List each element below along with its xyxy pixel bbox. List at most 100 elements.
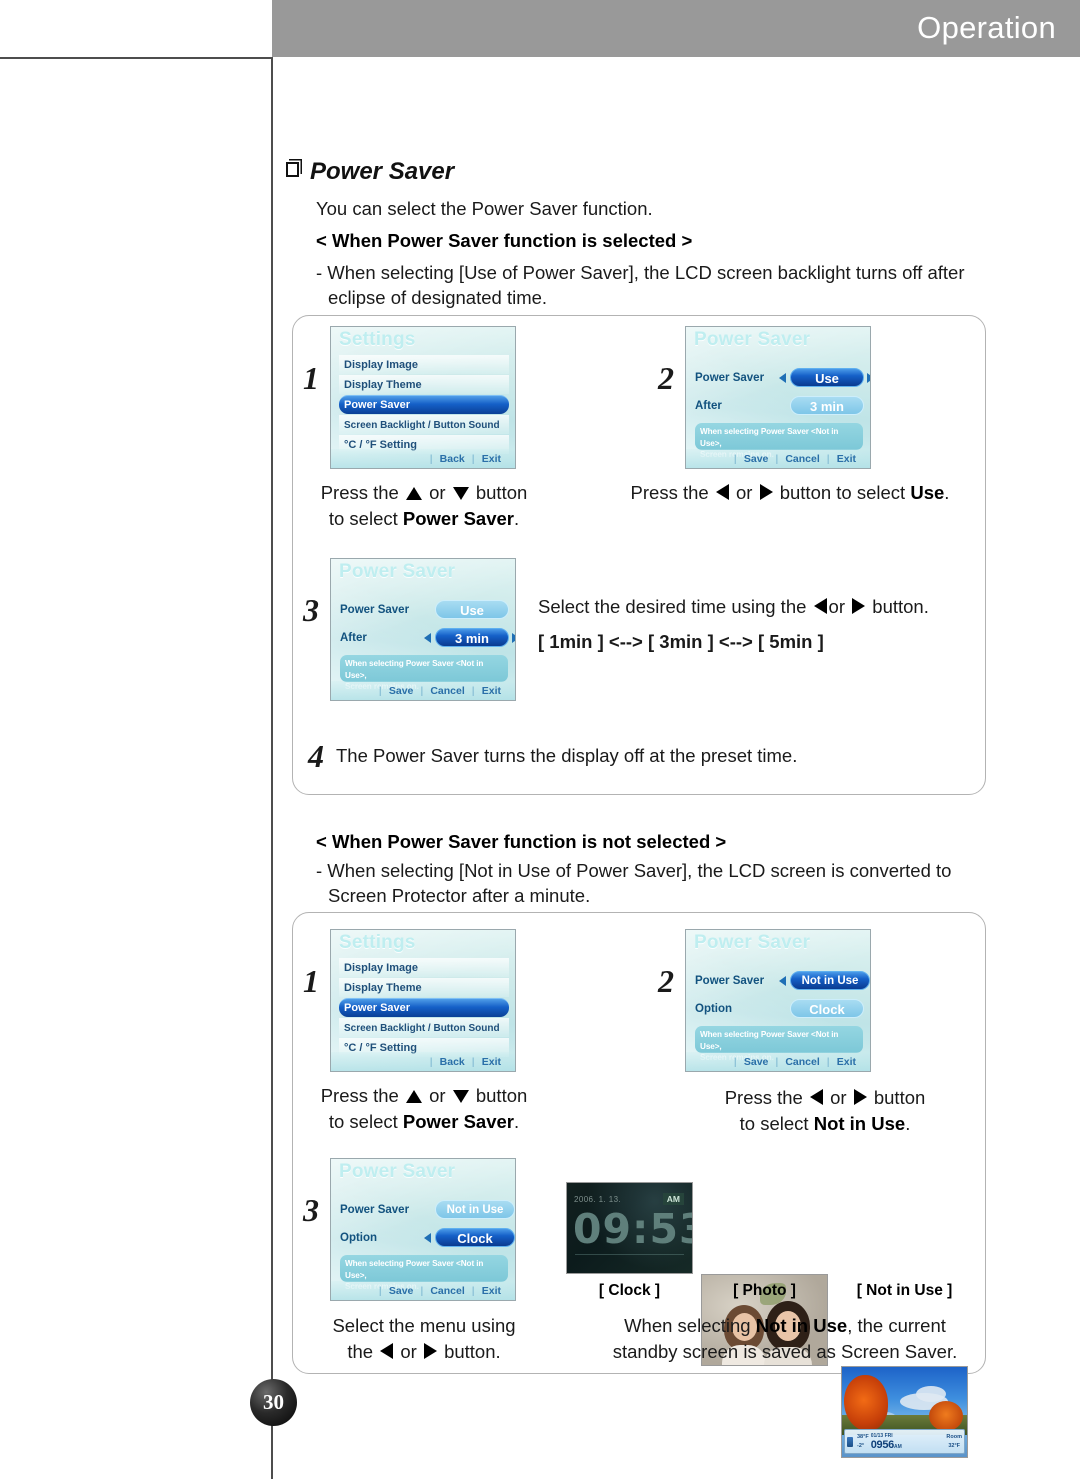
clock-meridiem: AM bbox=[662, 1193, 684, 1205]
ps-value-after[interactable]: 3 min bbox=[435, 628, 509, 647]
ps-row-label: Power Saver bbox=[340, 1203, 410, 1216]
footer-exit-button[interactable]: Exit bbox=[830, 453, 863, 465]
lcd-settings-menu-1[interactable]: Settings Display Image Display Theme Pow… bbox=[330, 326, 516, 469]
lcd-power-saver-after[interactable]: Power Saver Power Saver Use After 3 min … bbox=[330, 558, 516, 701]
ps-row-power-saver[interactable]: Power Saver Not in Use bbox=[695, 970, 870, 991]
footer-back-button[interactable]: Back bbox=[433, 453, 472, 465]
selected-bullet-line1: - When selecting [Use of Power Saver], t… bbox=[316, 262, 965, 283]
thumbnail-not-in-use[interactable]: 38°F -2° 01/13 FRI 0956AM Room 32°F bbox=[841, 1366, 968, 1458]
thumbnail-clock[interactable]: 2006. 1. 13. AM 09:53 bbox=[566, 1182, 693, 1274]
lcd-footer[interactable]: | Save | Cancel | Exit bbox=[331, 681, 515, 700]
left-margin-rule bbox=[271, 57, 273, 1479]
caption-text: Press the bbox=[320, 1085, 399, 1106]
footer-exit-button[interactable]: Exit bbox=[475, 453, 508, 465]
not-selected-heading: < When Power Saver function is not selec… bbox=[316, 831, 727, 852]
menu-item-display-image[interactable]: Display Image bbox=[339, 958, 509, 977]
caption-bold: Not in Use bbox=[755, 1315, 848, 1336]
lcd-settings-menu-2[interactable]: Settings Display Image Display Theme Pow… bbox=[330, 929, 516, 1072]
lcd-menu-list[interactable]: Display Image Display Theme Power Saver … bbox=[339, 958, 509, 1058]
right-arrow-icon[interactable] bbox=[867, 373, 870, 383]
note-line1: When selecting Power Saver <Not in Use>, bbox=[700, 427, 839, 448]
ps-row-label: Power Saver bbox=[695, 371, 765, 384]
menu-item-power-saver[interactable]: Power Saver bbox=[339, 395, 509, 414]
footer-save-button[interactable]: Save bbox=[737, 1056, 776, 1068]
footer-cancel-button[interactable]: Cancel bbox=[423, 685, 471, 697]
menu-item-display-theme[interactable]: Display Theme bbox=[339, 375, 509, 394]
lcd-footer[interactable]: | Save | Cancel | Exit bbox=[331, 1281, 515, 1300]
footer-back-button[interactable]: Back bbox=[433, 1056, 472, 1068]
caption-text: button bbox=[475, 482, 528, 503]
weather-temp-high: 38°F bbox=[857, 1433, 869, 1440]
ps-value-clock[interactable]: Clock bbox=[790, 999, 864, 1018]
lcd-footer[interactable]: | Save | Cancel | Exit bbox=[686, 449, 870, 468]
lcd-power-saver-option-clock[interactable]: Power Saver Power Saver Not in Use Optio… bbox=[330, 1158, 516, 1301]
caption-text: to select bbox=[328, 1111, 398, 1132]
footer-cancel-button[interactable]: Cancel bbox=[778, 1056, 826, 1068]
footer-exit-button[interactable]: Exit bbox=[475, 1056, 508, 1068]
up-arrow-icon bbox=[405, 1090, 422, 1103]
left-arrow-icon bbox=[380, 1343, 394, 1359]
ps-row-power-saver[interactable]: Power Saver Use bbox=[695, 367, 870, 388]
ps-row-option[interactable]: Option Clock bbox=[340, 1227, 515, 1248]
left-arrow-icon[interactable] bbox=[424, 633, 431, 643]
lcd-footer[interactable]: | Back | Exit bbox=[331, 1052, 515, 1071]
lcd-footer[interactable]: | Back | Exit bbox=[331, 449, 515, 468]
footer-save-button[interactable]: Save bbox=[737, 453, 776, 465]
lcd-footer[interactable]: | Save | Cancel | Exit bbox=[686, 1052, 870, 1071]
caption-text: or bbox=[429, 1085, 446, 1106]
menu-item-power-saver[interactable]: Power Saver bbox=[339, 998, 509, 1017]
caption-text: or bbox=[429, 482, 446, 503]
weather-time: 0956 bbox=[870, 1438, 895, 1451]
right-arrow-icon bbox=[759, 484, 773, 500]
step-number-3b: 3 bbox=[303, 1192, 319, 1228]
selected-bullet-line2: eclipse of designated time. bbox=[328, 287, 548, 308]
caption-bold: Power Saver bbox=[402, 1111, 514, 1132]
weather-widget-bar[interactable]: 38°F -2° 01/13 FRI 0956AM Room 32°F bbox=[844, 1429, 965, 1454]
caption-step-2b: Press the or button to select Not in Use… bbox=[660, 1085, 990, 1137]
caption-text: button bbox=[475, 1085, 528, 1106]
footer-exit-button[interactable]: Exit bbox=[475, 1285, 508, 1297]
footer-cancel-button[interactable]: Cancel bbox=[423, 1285, 471, 1297]
footer-exit-button[interactable]: Exit bbox=[830, 1056, 863, 1068]
caption-text: or bbox=[830, 1087, 847, 1108]
section-intro: You can select the Power Saver function. bbox=[316, 198, 653, 219]
caption-text: button. bbox=[444, 1341, 501, 1362]
left-arrow-icon bbox=[813, 598, 827, 614]
ps-value-not-in-use[interactable]: Not in Use bbox=[790, 971, 870, 990]
menu-item-screen-backlight[interactable]: Screen Backlight / Button Sound bbox=[339, 415, 509, 434]
ps-value-use[interactable]: Use bbox=[790, 368, 864, 387]
left-arrow-icon[interactable] bbox=[424, 1233, 431, 1243]
lcd-title: Power Saver bbox=[694, 329, 811, 350]
ps-row-power-saver[interactable]: Power Saver Use bbox=[340, 599, 509, 620]
footer-save-button[interactable]: Save bbox=[382, 1285, 421, 1297]
ps-row-option[interactable]: Option Clock bbox=[695, 998, 864, 1019]
clock-date: 2006. 1. 13. bbox=[574, 1195, 622, 1204]
footer-cancel-button[interactable]: Cancel bbox=[778, 453, 826, 465]
menu-item-display-theme[interactable]: Display Theme bbox=[339, 978, 509, 997]
left-arrow-icon[interactable] bbox=[779, 976, 786, 986]
weather-temps: 38°F -2° bbox=[857, 1433, 869, 1451]
section-heading: Power Saver bbox=[286, 158, 454, 186]
lcd-menu-list[interactable]: Display Image Display Theme Power Saver … bbox=[339, 355, 509, 455]
footer-save-button[interactable]: Save bbox=[382, 685, 421, 697]
caption-text: button. bbox=[872, 596, 929, 617]
thumbnail-caption-clock: [ Clock ] bbox=[598, 1282, 661, 1299]
ps-value-clock[interactable]: Clock bbox=[435, 1228, 515, 1247]
ps-row-after[interactable]: After 3 min bbox=[695, 395, 864, 416]
footer-exit-button[interactable]: Exit bbox=[475, 685, 508, 697]
menu-item-display-image[interactable]: Display Image bbox=[339, 355, 509, 374]
weather-time-wrap: 0956AM bbox=[870, 1438, 902, 1452]
right-arrow-icon[interactable] bbox=[512, 633, 515, 643]
menu-item-screen-backlight[interactable]: Screen Backlight / Button Sound bbox=[339, 1018, 509, 1037]
caption-text: to select bbox=[328, 508, 398, 529]
left-arrow-icon[interactable] bbox=[779, 373, 786, 383]
ps-value-use[interactable]: Use bbox=[435, 600, 509, 619]
lcd-power-saver-not-in-use[interactable]: Power Saver Power Saver Not in Use Optio… bbox=[685, 929, 871, 1072]
caption-text: Press the bbox=[724, 1087, 803, 1108]
caption-text: button bbox=[873, 1087, 926, 1108]
ps-row-power-saver[interactable]: Power Saver Not in Use bbox=[340, 1199, 515, 1220]
lcd-power-saver-use[interactable]: Power Saver Power Saver Use After 3 min … bbox=[685, 326, 871, 469]
ps-value-after[interactable]: 3 min bbox=[790, 396, 864, 415]
ps-value-not-in-use[interactable]: Not in Use bbox=[435, 1200, 515, 1219]
ps-row-after[interactable]: After 3 min bbox=[340, 627, 515, 648]
